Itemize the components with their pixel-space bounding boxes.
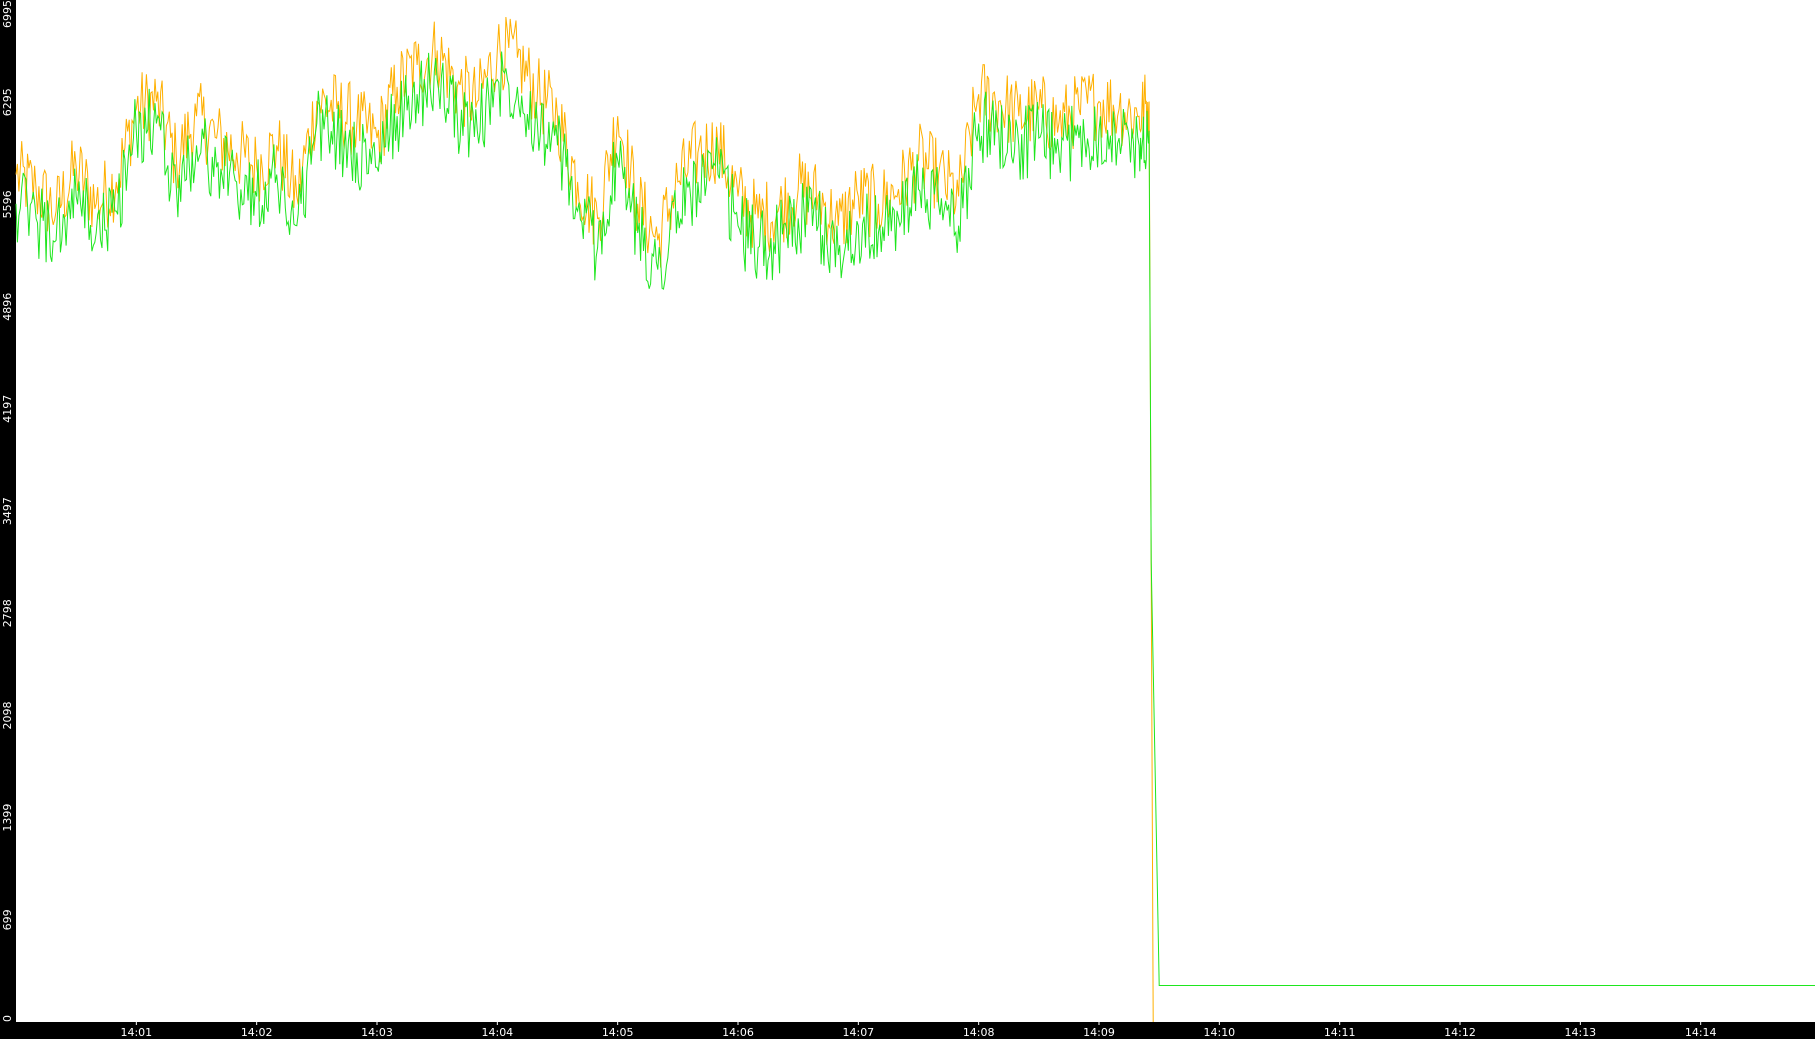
x-tick-label: 14:02 bbox=[241, 1026, 273, 1039]
y-tick-label: 1399 bbox=[1, 804, 14, 832]
x-tick-label: 14:08 bbox=[963, 1026, 995, 1039]
y-tick-label: 4197 bbox=[1, 395, 14, 423]
x-tick-label: 14:07 bbox=[842, 1026, 874, 1039]
y-tick-label: 4896 bbox=[1, 293, 14, 321]
x-tick-label: 14:12 bbox=[1444, 1026, 1476, 1039]
x-tick-label: 14:05 bbox=[602, 1026, 634, 1039]
y-tick-label: 0 bbox=[1, 1015, 14, 1022]
x-axis: 14:01 14:02 14:03 14:04 14:05 14:06 14:07 14:08… bbox=[120, 1022, 1717, 1039]
x-tick-label: 14:09 bbox=[1083, 1026, 1115, 1039]
y-tick-label: 699 bbox=[1, 909, 14, 930]
x-tick-label: 14:11 bbox=[1324, 1026, 1356, 1039]
x-tick-label: 14:03 bbox=[361, 1026, 393, 1039]
y-tick-label: 2798 bbox=[1, 599, 14, 627]
x-tick-label: 14:04 bbox=[481, 1026, 513, 1039]
x-tick-label: 14:13 bbox=[1564, 1026, 1596, 1039]
x-tick-label: 14:01 bbox=[120, 1026, 152, 1039]
y-tick-label: 5596 bbox=[1, 190, 14, 218]
line-chart: 0 699 1399 2098 2798 3497 4197 4896 5596 6295 6995… bbox=[1, 0, 1815, 1039]
y-axis: 0 699 1399 2098 2798 3497 4197 4896 5596 6295 6995 bbox=[1, 0, 14, 1022]
x-tick-label: 14:14 bbox=[1685, 1026, 1717, 1039]
y-tick-label: 6295 bbox=[1, 88, 14, 116]
y-tick-label: 6995 bbox=[1, 0, 14, 28]
y-tick-label: 2098 bbox=[1, 702, 14, 730]
x-tick-label: 14:06 bbox=[722, 1026, 754, 1039]
x-tick-label: 14:10 bbox=[1203, 1026, 1235, 1039]
y-tick-label: 3497 bbox=[1, 497, 14, 525]
